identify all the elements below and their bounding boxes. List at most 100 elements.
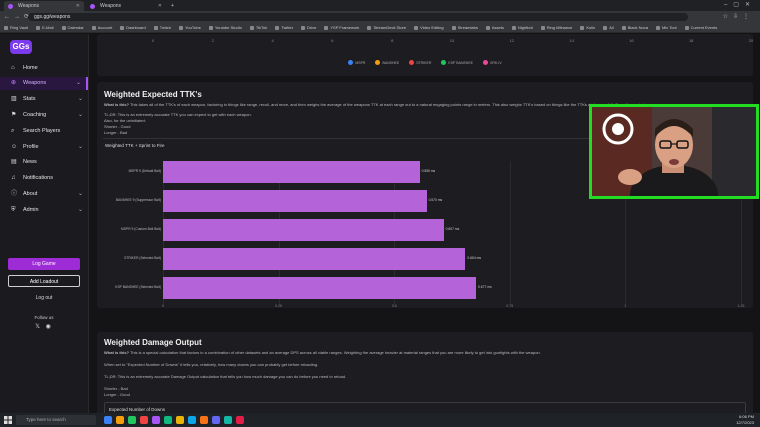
bookmark-item[interactable]: Drive (301, 23, 316, 32)
bookmark-item[interactable]: YouTube (179, 23, 201, 32)
bar-category-label: KSP BANSHEE (Selected Bolt) (115, 285, 161, 289)
close-tab-icon[interactable]: ✕ (158, 1, 162, 11)
damage-mode-select[interactable]: Expected Number of Downs (104, 402, 746, 413)
x-tick-label: 0 (162, 304, 164, 308)
damage-description: What is this? This is a special calculat… (104, 350, 541, 355)
bookmark-item[interactable]: StreamDeck Store (367, 23, 406, 32)
taskbar-app-icon[interactable] (224, 416, 232, 424)
bar[interactable] (163, 277, 477, 299)
legend-item[interactable]: STRIKER (409, 60, 431, 65)
taskbar-app-icon[interactable] (176, 416, 184, 424)
bookmark-item[interactable]: Ring Mfinance (541, 23, 573, 32)
bookmark-item[interactable]: Nightbot (512, 23, 533, 32)
add-loadout-button[interactable]: Add Loadout (8, 275, 80, 287)
bookmark-item[interactable]: Twitch (154, 23, 171, 32)
bell-icon: ♫ (11, 175, 16, 181)
what-text: This is a special calculation that facto… (129, 350, 541, 355)
bar[interactable] (163, 161, 420, 183)
chevron-down-icon[interactable]: ⌄ (78, 109, 83, 122)
bookmark-item[interactable]: Account (92, 23, 112, 32)
follow-us-label: Follow us (34, 315, 54, 320)
chevron-down-icon[interactable]: ⌄ (78, 204, 83, 217)
bookmark-item[interactable]: Calendar (62, 23, 84, 32)
taskbar-app-icon[interactable] (164, 416, 172, 424)
log-game-button[interactable]: Log Game (8, 258, 80, 270)
close-tab-icon[interactable]: ✕ (76, 1, 80, 11)
damage-note-1: Shorter - Bad (104, 386, 128, 391)
taskbar-app-icon[interactable] (104, 416, 112, 424)
sidebar-item-news[interactable]: ▤ News (0, 156, 88, 169)
window-controls[interactable]: –▢✕ (724, 0, 756, 11)
bar-value-label: 0.677 ms (478, 285, 492, 289)
sidebar-item-home[interactable]: ⌂ Home (0, 62, 88, 75)
gridline (509, 161, 511, 304)
damage-title: Weighted Damage Output (104, 338, 202, 347)
ggs-logo[interactable]: GGs (10, 40, 32, 54)
logout-link[interactable]: Log out (0, 295, 88, 301)
windows-start-icon[interactable] (4, 416, 12, 424)
browser-tab-weapons[interactable]: Weapons ✕ (4, 1, 84, 11)
axis-tick-label: 4 (271, 38, 274, 43)
bookmark-item[interactable]: Youtube Studio (209, 23, 242, 32)
bar[interactable] (163, 190, 427, 212)
new-tab-button[interactable]: + (168, 1, 180, 11)
taskbar-search-input[interactable]: Type here to search (16, 415, 96, 425)
bookmark-item[interactable]: Streamlabs (452, 23, 478, 32)
browser-tab-weapons-2[interactable]: Weapons ✕ (86, 1, 166, 11)
taskbar-app-icon[interactable] (236, 416, 244, 424)
bookmark-item[interactable]: YSP Framework (324, 23, 359, 32)
bookmark-item[interactable]: Assets (486, 23, 504, 32)
sidebar-item-coaching[interactable]: ⚑ Coaching ⌄ (0, 109, 88, 122)
taskbar-app-icon[interactable] (152, 416, 160, 424)
bookmark-item[interactable]: Current Events (685, 23, 718, 32)
sidebar-item-stats[interactable]: ▥ Stats ⌄ (0, 93, 88, 106)
sidebar-item-admin[interactable]: ⛨ Admin ⌄ (0, 204, 88, 217)
bookmark-item[interactable]: All (603, 23, 613, 32)
sidebar-item-about[interactable]: ⓘ About ⌄ (0, 188, 88, 201)
legend-item[interactable]: BANSHEE (375, 60, 399, 65)
legend-item[interactable]: KSP BANSHEE (441, 60, 473, 65)
taskbar-app-icon[interactable] (212, 416, 220, 424)
bookmark-item[interactable]: Kolin (580, 23, 595, 32)
legend-item[interactable]: XRK-IV (483, 60, 502, 65)
bookmark-item[interactable]: Mix Tool (656, 23, 677, 32)
axis-tick-label: 12 (509, 38, 515, 43)
tab-label: Weapons (18, 3, 40, 9)
axis-tick-label: 16 (629, 38, 634, 43)
bookmark-item[interactable]: Ring Vault (4, 23, 28, 32)
sidebar-item-notifications[interactable]: ♫ Notifications (0, 172, 88, 185)
favicon-icon (8, 4, 13, 9)
home-icon: ⌂ (11, 65, 15, 71)
bar[interactable] (163, 248, 466, 270)
bookmark-item[interactable]: TikTok (250, 23, 267, 32)
taskbar-app-icon[interactable] (128, 416, 136, 424)
sidebar-item-search-players[interactable]: ⌕ Search Players (0, 125, 88, 138)
sidebar-item-weapons[interactable]: ⊕ Weapons ⌄ (0, 77, 88, 90)
what-text: This takes all of the TTK's of each weap… (129, 102, 647, 107)
url-field[interactable]: ggs.gg/weapons (28, 13, 688, 21)
chevron-down-icon[interactable]: ⌄ (78, 93, 83, 106)
chevron-down-icon[interactable]: ⌄ (76, 77, 81, 90)
bookmark-item[interactable]: Twitter (275, 23, 293, 32)
bar[interactable] (163, 219, 444, 241)
browser-menu-icons[interactable]: ☆⇩⋮ (723, 11, 754, 23)
taskbar-app-icon[interactable] (140, 416, 148, 424)
bar-category-label: MSPR 9 (Custom Bolt Bolt) (121, 227, 161, 231)
sidebar-item-profile[interactable]: ☺ Profile ⌄ (0, 141, 88, 154)
bookmark-item[interactable]: Black Nova (622, 23, 648, 32)
bookmark-item[interactable]: Dashboard (120, 23, 146, 32)
bookmark-item[interactable]: Video Editing (414, 23, 444, 32)
chevron-down-icon[interactable]: ⌄ (78, 188, 83, 201)
legend-item[interactable]: MSPR (348, 60, 365, 65)
main-content: 0 2 4 6 8 10 12 14 16 18 20 MSPR BANSHEE STRIKER KSP … (89, 34, 760, 413)
news-icon: ▤ (11, 159, 17, 165)
axis-tick-label: 20 (748, 38, 754, 43)
taskbar-app-icon[interactable] (200, 416, 208, 424)
system-tray[interactable]: 6:06 PM 12/7/2023 (736, 414, 754, 426)
taskbar-app-icon[interactable] (116, 416, 124, 424)
bookmark-item[interactable]: E-Mail (36, 23, 53, 32)
chevron-down-icon[interactable]: ⌄ (78, 141, 83, 154)
social-icons[interactable]: 𝕏 ◉ (0, 323, 88, 330)
legend-label: MSPR (355, 60, 366, 65)
taskbar-app-icon[interactable] (188, 416, 196, 424)
